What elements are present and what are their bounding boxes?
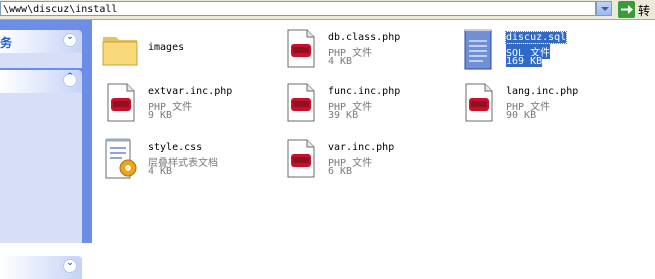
folder-icon (102, 37, 138, 66)
task-pane: 务 ⌄ ⌃ ⌄ (0, 20, 92, 279)
file-size: 4 KB (328, 56, 353, 67)
file-name: db.class.php (328, 32, 401, 43)
panel-header-tasks[interactable]: 务 ⌄ (0, 30, 82, 53)
chevron-up-icon[interactable]: ⌃ (63, 72, 77, 87)
file-size: 39 KB (328, 110, 359, 121)
address-input[interactable]: \www\discuz\install (0, 1, 596, 16)
php-file-icon (287, 29, 315, 68)
file-size: 9 KB (148, 110, 173, 121)
panel-body-tasks (0, 53, 82, 68)
css-file-icon (105, 138, 137, 179)
file-name: extvar.inc.php (148, 86, 233, 97)
file-name: lang.inc.php (506, 86, 579, 97)
panel-title: 务 (0, 36, 13, 50)
php-file-icon (287, 139, 315, 178)
go-button[interactable]: 转 (618, 1, 655, 18)
file-name: style.css (148, 142, 203, 153)
file-size: 169 KB (506, 56, 543, 67)
file-size: 90 KB (506, 110, 537, 121)
file-name: func.inc.php (328, 86, 401, 97)
address-bar: \www\discuz\install 转 (0, 0, 655, 20)
chevron-down-icon[interactable]: ⌄ (63, 32, 77, 47)
chevron-down-icon[interactable]: ⌄ (63, 258, 77, 273)
php-file-icon (107, 83, 135, 122)
address-dropdown-button[interactable] (596, 1, 612, 16)
file-name: var.inc.php (328, 142, 395, 153)
file-name: discuz.sql (504, 31, 568, 44)
file-size: 6 KB (328, 166, 353, 177)
file-name: images (148, 42, 185, 53)
php-file-icon (465, 83, 493, 122)
sql-file-icon (464, 29, 492, 70)
panel-header-places[interactable]: ⌃ (0, 70, 82, 93)
php-file-icon (287, 83, 315, 122)
panel-header-details[interactable]: ⌄ (0, 256, 82, 279)
file-size: 4 KB (148, 166, 173, 177)
go-arrow-icon (618, 1, 635, 18)
panel-body-places (0, 93, 82, 243)
go-label: 转 (638, 4, 651, 18)
